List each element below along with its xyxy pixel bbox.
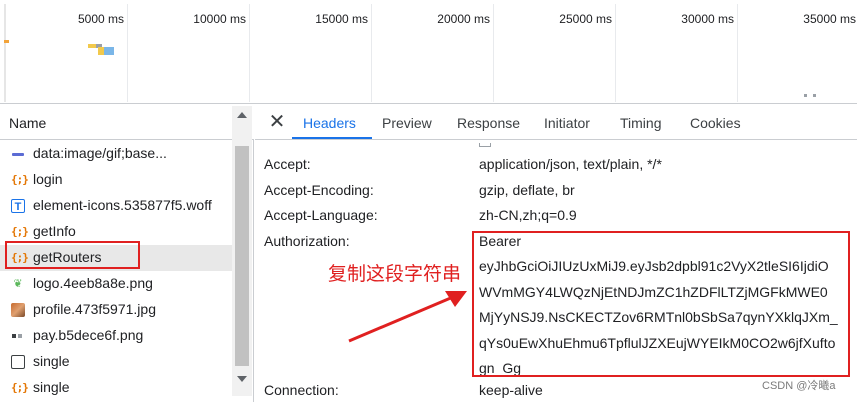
leaf-image-icon: ❦ <box>13 278 23 290</box>
timeline-gridline <box>615 4 616 102</box>
request-name: element-icons.535877f5.woff <box>33 197 212 213</box>
request-name: logo.4eeb8a8e.png <box>33 275 153 291</box>
header-name: Connection: <box>264 382 339 398</box>
selected-row-highlight-box <box>5 241 140 269</box>
request-name: getInfo <box>33 223 76 239</box>
image-dash-icon <box>11 147 25 161</box>
header-value: keep-alive <box>479 382 543 398</box>
request-list-scrollbar[interactable] <box>232 106 252 396</box>
request-name: login <box>33 171 63 187</box>
tab-headers[interactable]: Headers <box>303 115 356 131</box>
tab-cookies[interactable]: Cookies <box>690 115 741 131</box>
request-name: data:image/gif;base... <box>33 145 167 161</box>
scrollbar-thumb[interactable] <box>235 146 249 366</box>
timeline-tick-label: 25000 ms <box>559 12 612 26</box>
timeline-gridline <box>371 4 372 102</box>
header-name: Accept-Encoding: <box>264 182 374 198</box>
scroll-up-icon[interactable] <box>237 112 247 118</box>
timeline-tick-label: 20000 ms <box>437 12 490 26</box>
header-name: Accept: <box>264 156 311 172</box>
request-name: single <box>33 353 70 369</box>
timeline-gridline <box>493 4 494 102</box>
timeline-gridline <box>737 4 738 102</box>
timeline-tick-label: 30000 ms <box>681 12 734 26</box>
detail-tabbar: ✕ Headers Preview Response Initiator Tim… <box>255 106 857 140</box>
network-overview-timeline[interactable]: 5000 ms 10000 ms 15000 ms 20000 ms 25000… <box>0 0 857 104</box>
name-header-label: Name <box>9 115 47 131</box>
annotation-label: 复制这段字符串 <box>328 263 462 285</box>
clipped-checkbox <box>479 143 491 147</box>
tab-response[interactable]: Response <box>457 115 520 131</box>
scroll-down-icon[interactable] <box>237 376 247 382</box>
waterfall-bar <box>804 94 807 97</box>
request-name: profile.473f5971.jpg <box>33 301 156 317</box>
waterfall-bar <box>98 47 104 55</box>
request-row[interactable]: data:image/gif;base... <box>0 141 232 167</box>
request-name: single <box>33 379 70 395</box>
xhr-braces-icon: {;} <box>11 225 29 238</box>
timeline-tick-label: 35000 ms <box>803 12 856 26</box>
close-icon[interactable]: ✕ <box>267 111 287 133</box>
authorization-highlight-box <box>472 231 850 377</box>
waterfall-bar <box>813 94 816 97</box>
timeline-tick-label: 15000 ms <box>315 12 368 26</box>
header-value: application/json, text/plain, */* <box>479 156 662 172</box>
request-list: Name data:image/gif;base... {;} login T … <box>0 106 254 402</box>
request-detail-panel: ✕ Headers Preview Response Initiator Tim… <box>255 106 857 402</box>
request-row[interactable]: {;} single <box>0 375 232 401</box>
request-row[interactable]: profile.473f5971.jpg <box>0 297 232 323</box>
request-row[interactable]: T element-icons.535877f5.woff <box>0 193 232 219</box>
name-column-header[interactable]: Name <box>0 106 254 140</box>
timeline-tick-label: 5000 ms <box>77 12 124 26</box>
timeline-gridline <box>127 4 128 102</box>
active-tab-indicator <box>292 137 372 139</box>
request-row[interactable]: {;} login <box>0 167 232 193</box>
header-name: Accept-Language: <box>264 207 378 223</box>
png-image-icon <box>11 329 25 343</box>
tab-initiator[interactable]: Initiator <box>544 115 590 131</box>
annotation-arrow-icon <box>348 291 467 343</box>
timeline-tick-label: 10000 ms <box>193 12 246 26</box>
timeline-gridline <box>249 4 250 102</box>
watermark: CSDN @冷曦a <box>762 380 836 392</box>
waterfall-bar <box>88 44 96 48</box>
tab-timing[interactable]: Timing <box>620 115 662 131</box>
xhr-braces-icon: {;} <box>11 173 29 186</box>
request-row[interactable]: single <box>0 349 232 375</box>
xhr-braces-icon: {;} <box>11 381 29 394</box>
timeline-left-edge <box>4 4 6 102</box>
request-name: pay.b5dece6f.png <box>33 327 144 343</box>
font-icon: T <box>11 199 25 213</box>
timeline-request-mark <box>4 40 9 43</box>
header-value: gzip, deflate, br <box>479 182 575 198</box>
header-name: Authorization: <box>264 233 350 249</box>
tab-preview[interactable]: Preview <box>382 115 432 131</box>
header-value: zh-CN,zh;q=0.9 <box>479 207 577 223</box>
photo-thumbnail-icon <box>11 303 25 317</box>
request-row[interactable]: ❦ logo.4eeb8a8e.png <box>0 271 232 297</box>
document-icon <box>11 355 25 369</box>
request-row[interactable]: pay.b5dece6f.png <box>0 323 232 349</box>
